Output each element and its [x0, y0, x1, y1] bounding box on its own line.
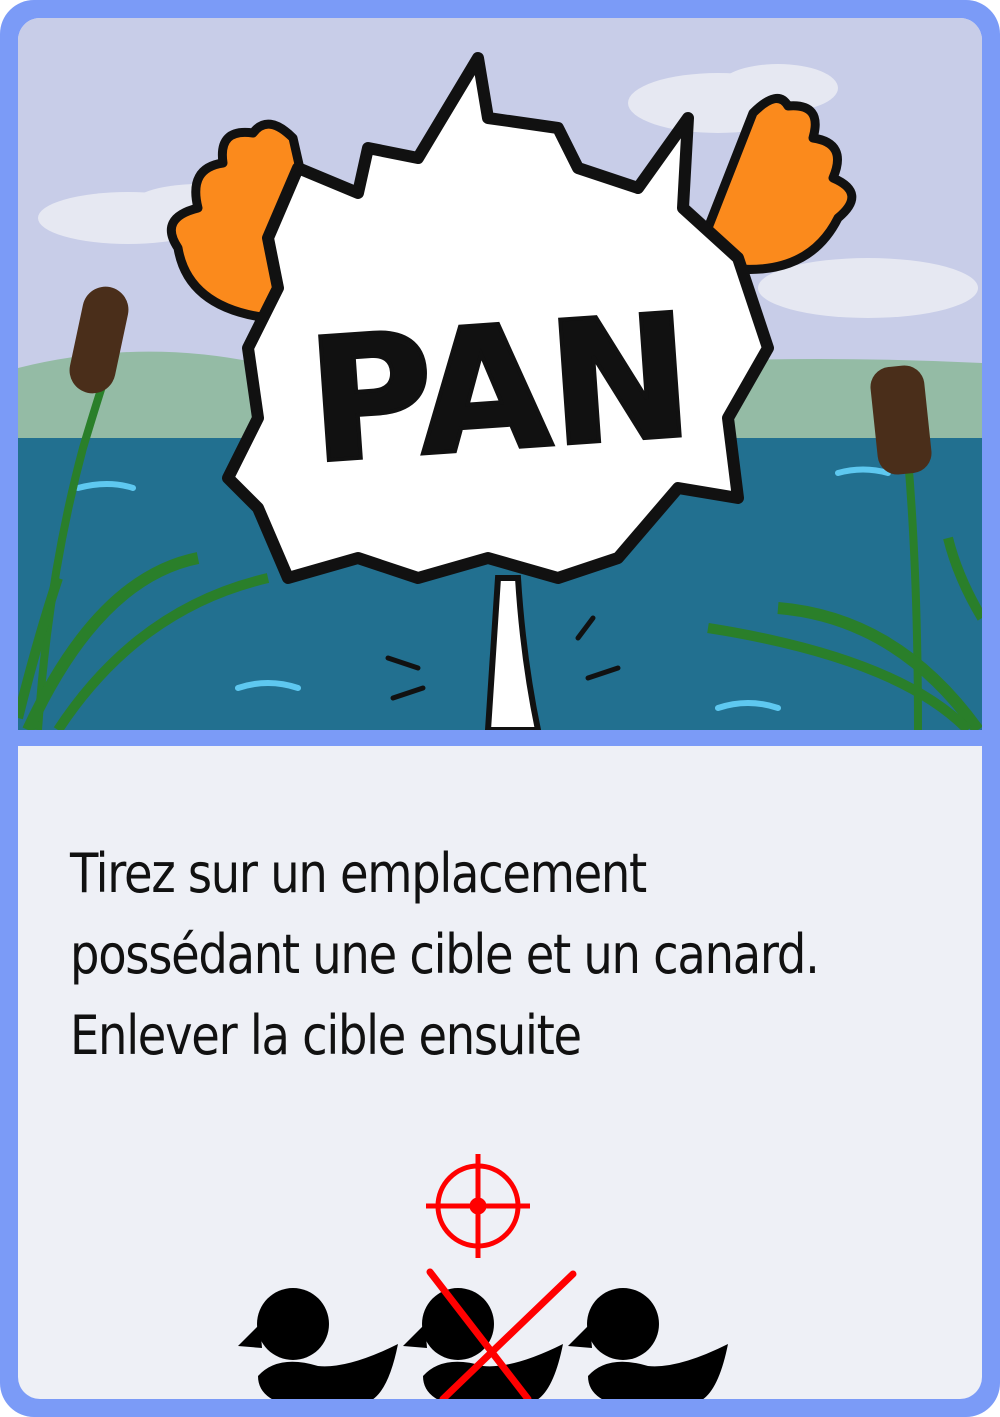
rule-text-line-1: Tirez sur un emplacement	[70, 842, 647, 905]
pan-scene-illustration: PAN	[18, 18, 982, 730]
pan-sound-effect: PAN	[302, 278, 698, 502]
duck-icon	[238, 1288, 398, 1399]
card-illustration: PAN	[18, 18, 982, 730]
rule-text: Tirez sur un emplacement possédant une c…	[70, 833, 827, 1076]
card-divider	[18, 730, 982, 746]
duck-icon	[568, 1288, 728, 1399]
action-card[interactable]: PAN Tirez sur un emplacement possédant u…	[0, 0, 1000, 1417]
rule-text-line-3: Enlever la cible ensuite	[70, 1004, 582, 1067]
crosshair-icon	[426, 1154, 530, 1258]
rule-text-line-2: possédant une cible et un canard.	[70, 923, 820, 986]
rule-diagram	[218, 1154, 758, 1399]
card-face: PAN Tirez sur un emplacement possédant u…	[18, 18, 982, 1399]
